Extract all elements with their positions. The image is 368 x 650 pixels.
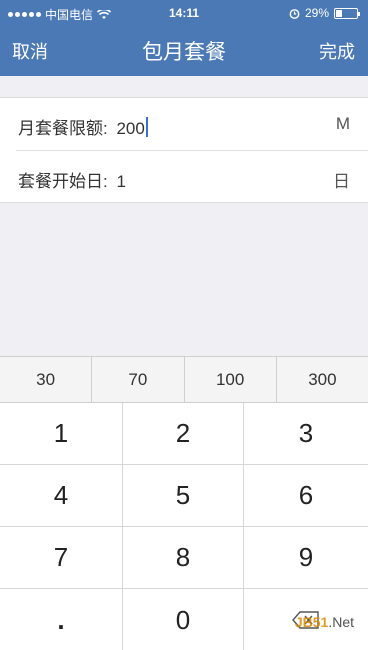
text-caret <box>145 117 148 137</box>
monthly-limit-input[interactable]: 200 <box>116 119 144 138</box>
navigation-bar: 取消 包月套餐 完成 <box>0 26 368 76</box>
monthly-limit-label-text: 月套餐限额: <box>18 119 108 138</box>
start-day-label-text: 套餐开始日: <box>18 172 108 191</box>
start-day-input[interactable]: 1 <box>116 172 125 191</box>
keypad: 1 2 3 4 5 6 7 8 9 . 0 <box>0 403 368 650</box>
key-0[interactable]: 0 <box>123 589 244 650</box>
quick-value-300[interactable]: 300 <box>277 357 368 402</box>
monthly-limit-label: 月套餐限额: 200 <box>18 114 148 139</box>
key-9[interactable]: 9 <box>244 527 368 589</box>
key-3[interactable]: 3 <box>244 403 368 465</box>
battery-icon <box>334 7 360 19</box>
battery-percent: 29% <box>304 6 329 20</box>
key-4[interactable]: 4 <box>0 465 123 527</box>
screen: 中国电信 14:11 29% 取消 包月套餐 完成 月套餐限额: 200 M 套… <box>0 0 368 650</box>
start-day-unit: 日 <box>333 172 350 191</box>
start-day-label: 套餐开始日: 1 <box>18 167 126 192</box>
quick-value-100[interactable]: 100 <box>185 357 277 402</box>
alarm-clock-icon <box>289 8 300 19</box>
key-1[interactable]: 1 <box>0 403 123 465</box>
status-bar: 中国电信 14:11 29% <box>0 0 368 26</box>
top-bar: 中国电信 14:11 29% 取消 包月套餐 完成 <box>0 0 368 76</box>
key-8[interactable]: 8 <box>123 527 244 589</box>
monthly-limit-unit: M <box>335 114 350 133</box>
done-button[interactable]: 完成 <box>319 38 355 64</box>
delete-key[interactable] <box>244 589 368 650</box>
quick-value-bar: 30 70 100 300 <box>0 357 368 403</box>
key-2[interactable]: 2 <box>123 403 244 465</box>
quick-value-70[interactable]: 70 <box>92 357 185 402</box>
page-title: 包月套餐 <box>142 41 226 64</box>
key-6[interactable]: 6 <box>244 465 368 527</box>
backspace-icon <box>292 611 319 629</box>
key-7[interactable]: 7 <box>0 527 123 589</box>
key-5[interactable]: 5 <box>123 465 244 527</box>
status-right: 29% <box>289 6 360 20</box>
key-decimal-point[interactable]: . <box>0 589 123 650</box>
start-day-row[interactable]: 套餐开始日: 1 日 <box>16 150 368 202</box>
monthly-limit-row[interactable]: 月套餐限额: 200 M <box>0 98 368 150</box>
numeric-keyboard: 30 70 100 300 1 2 3 4 5 6 7 8 9 . 0 <box>0 356 368 650</box>
quick-value-30[interactable]: 30 <box>0 357 93 402</box>
plan-settings-form: 月套餐限额: 200 M 套餐开始日: 1 日 <box>0 97 368 203</box>
